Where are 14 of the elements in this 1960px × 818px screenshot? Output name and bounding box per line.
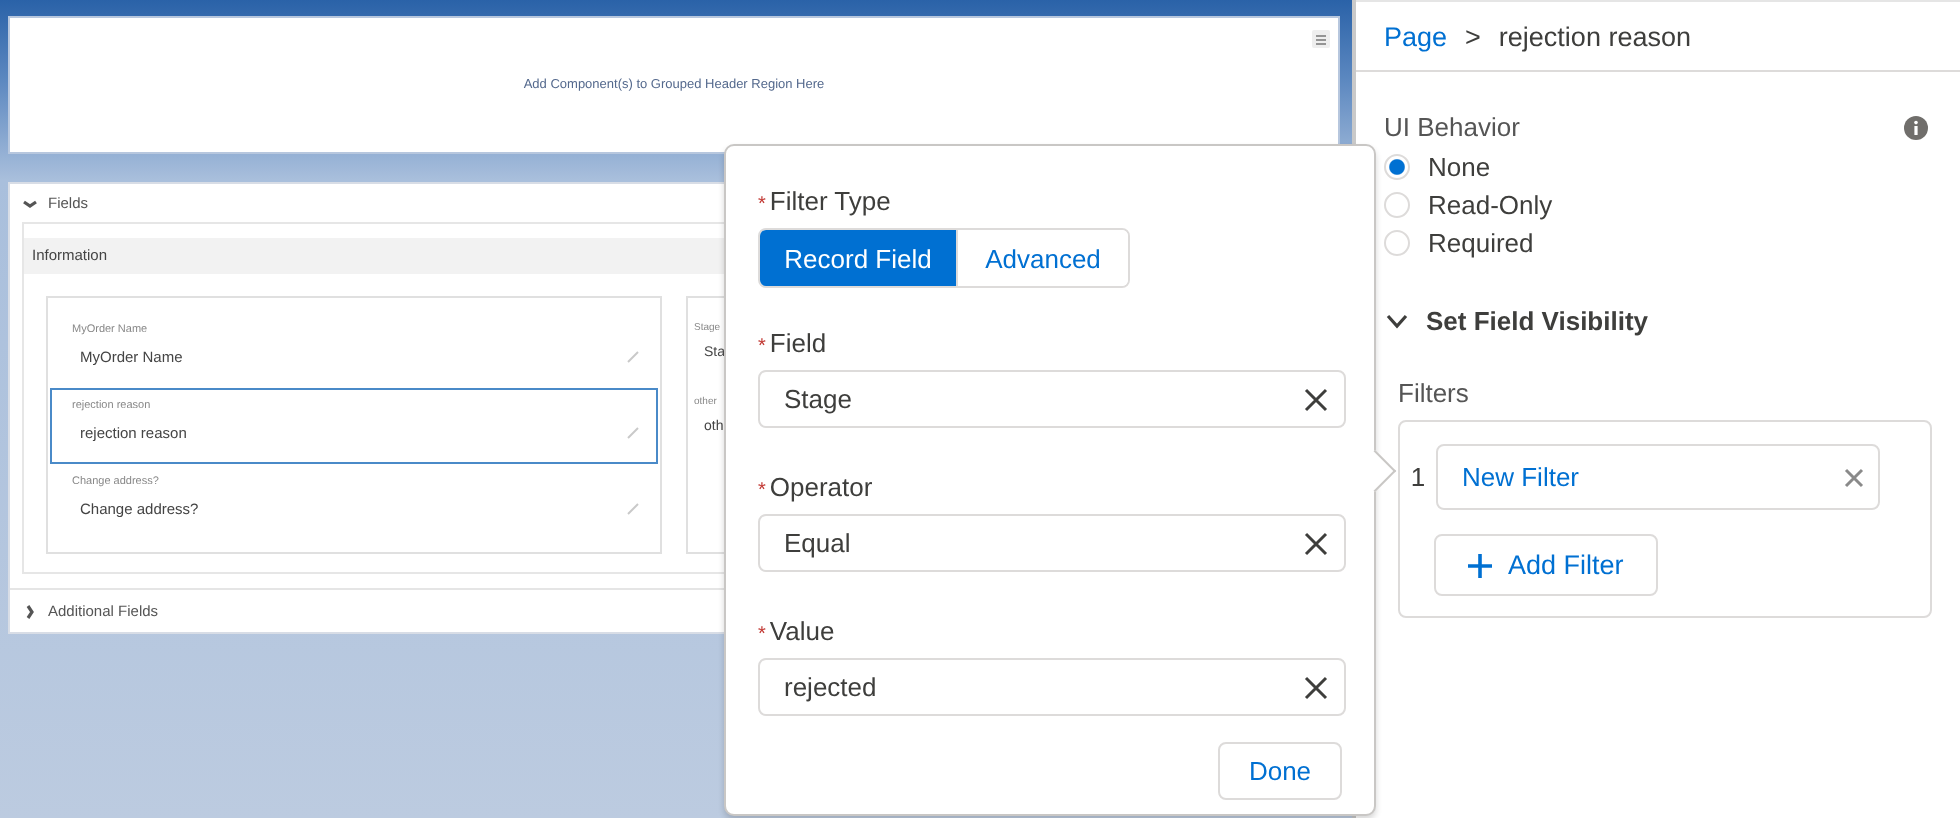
required-mark: *: [758, 624, 766, 646]
filter-label: New Filter: [1462, 462, 1580, 492]
field-label: UI Behavior: [1384, 112, 1520, 142]
filter-number: 1: [1408, 462, 1428, 492]
breadcrumb-separator: >: [1465, 21, 1481, 51]
required-mark: *: [758, 336, 766, 358]
field-label: Filters: [1396, 376, 1471, 408]
field-label: Value: [769, 616, 835, 646]
field-label: Filter Type: [769, 186, 891, 216]
field-label: Operator: [769, 472, 873, 502]
required-mark: *: [758, 194, 766, 216]
field-label: Field: [769, 328, 827, 358]
required-mark: *: [758, 480, 766, 502]
breadcrumb-current: rejection reason: [1498, 21, 1691, 51]
